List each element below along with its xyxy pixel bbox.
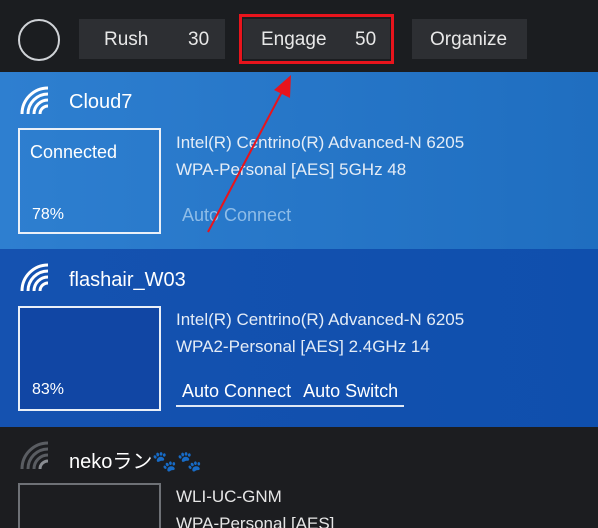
engage-value: 50 (355, 29, 377, 50)
network-item-flashair[interactable]: flashair_W03 83% Intel(R) Centrino(R) Ad… (0, 249, 598, 427)
auto-connect-option[interactable]: Auto Connect (176, 381, 297, 402)
network-item-cloud7[interactable]: Cloud7 Connected 78% Intel(R) Centrino(R… (0, 72, 598, 249)
network-options: Auto Connect Auto Switch (176, 381, 405, 407)
wifi-signal-icon (20, 86, 49, 115)
rush-button[interactable]: Rush 30 (79, 19, 225, 59)
adapter-name: Intel(R) Centrino(R) Advanced-N 6205 (176, 310, 465, 329)
signal-tile[interactable] (18, 483, 161, 528)
wifi-signal-icon (20, 263, 49, 292)
network-ssid: Cloud7 (69, 91, 133, 113)
engage-button[interactable]: Engage 50 (243, 19, 390, 59)
network-ssid: nekoラン🐾🐾 (69, 451, 203, 473)
toolbar: Rush 30 Engage 50 Organize (0, 0, 598, 72)
signal-tile[interactable]: 83% (18, 306, 161, 411)
signal-strength: 78% (32, 206, 65, 223)
status-circle-icon[interactable] (18, 19, 60, 61)
rush-label: Rush (104, 29, 149, 50)
network-item-neko[interactable]: nekoラン🐾🐾 WLI-UC-GNM WPA-Personal [AES] (0, 427, 598, 528)
rush-value: 30 (188, 29, 210, 50)
network-info: Intel(R) Centrino(R) Advanced-N 6205 WPA… (176, 133, 464, 187)
wifi-signal-icon (20, 441, 49, 470)
auto-switch-option[interactable]: Auto Switch (297, 381, 404, 402)
security-info: WPA-Personal [AES] (176, 514, 335, 528)
organize-label: Organize (430, 29, 508, 50)
network-info: WLI-UC-GNM WPA-Personal [AES] (176, 487, 334, 528)
network-info: Intel(R) Centrino(R) Advanced-N 6205 WPA… (176, 310, 464, 364)
security-info: WPA-Personal [AES] 5GHz 48 (176, 160, 407, 179)
security-info: WPA2-Personal [AES] 2.4GHz 14 (176, 337, 430, 356)
signal-tile[interactable]: Connected 78% (18, 128, 161, 234)
auto-connect-option[interactable]: Auto Connect (176, 205, 297, 226)
organize-button[interactable]: Organize (412, 19, 527, 59)
engage-label: Engage (261, 29, 327, 50)
connection-status: Connected (30, 142, 118, 162)
network-options: Auto Connect (176, 205, 297, 226)
signal-strength: 83% (32, 381, 65, 398)
network-ssid: flashair_W03 (69, 269, 186, 291)
adapter-name: WLI-UC-GNM (176, 487, 282, 506)
adapter-name: Intel(R) Centrino(R) Advanced-N 6205 (176, 133, 465, 152)
